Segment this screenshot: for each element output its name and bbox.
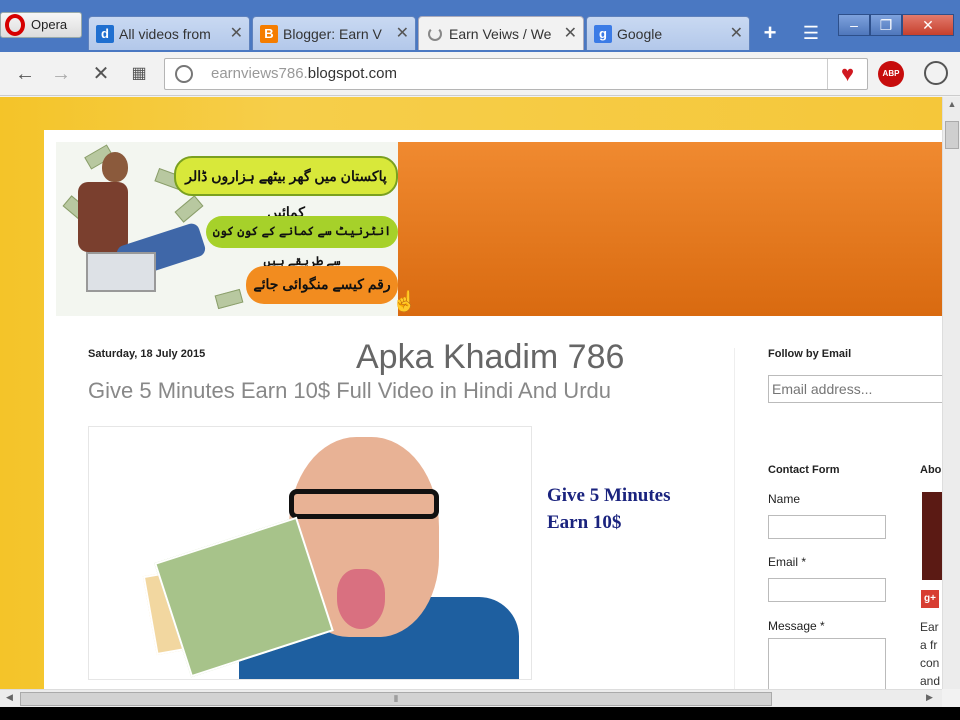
scroll-left-arrow-icon[interactable]: ◀ — [6, 692, 13, 703]
profile-icon[interactable] — [924, 61, 948, 85]
bookmark-heart-icon[interactable]: ♥ — [827, 59, 867, 89]
google-plus-icon[interactable]: g+ — [921, 590, 939, 608]
header-banner-image: پاکستان میں گھر بیٹھے ہزاروں ڈالر کمائیں… — [56, 142, 398, 316]
window-close-icon[interactable]: ✕ — [902, 14, 954, 36]
opera-menu-button[interactable]: Opera — [0, 12, 82, 38]
tab-title: Blogger: Earn V — [283, 26, 382, 42]
contact-name-input[interactable] — [768, 515, 886, 539]
stop-loading-icon[interactable]: ✕ — [88, 61, 114, 87]
tab-title: All videos from — [119, 26, 211, 42]
contact-form-heading: Contact Form — [768, 464, 840, 476]
scroll-up-arrow-icon[interactable]: ▲ — [943, 99, 960, 109]
caption-line-2: Earn 10$ — [547, 512, 622, 533]
address-bar[interactable]: earnviews786.blogspot.com ♥ — [164, 58, 868, 90]
post-date: Saturday, 18 July 2015 — [88, 348, 206, 360]
blog-content: پاکستان میں گھر بیٹھے ہزاروں ڈالر کمائیں… — [44, 130, 942, 689]
name-label: Name — [768, 492, 801, 506]
speed-dial-grid-icon[interactable]: ▦ — [126, 61, 152, 87]
about-text-line: and — [920, 674, 941, 688]
about-text-line: a fr — [920, 638, 938, 652]
google-favicon-icon: g — [594, 25, 612, 43]
screen-bottom-edge — [0, 707, 960, 720]
about-profile-image[interactable] — [922, 492, 942, 580]
banner-urdu-line-3: رقم کیسے منگوائی جائے — [246, 266, 398, 304]
banner-urdu-line-2: انٹرنیٹ سے کمانے کے کون کون سے طریقے ہیں — [206, 216, 398, 268]
tab-close-icon[interactable]: ✕ — [396, 17, 409, 50]
banknote-image — [214, 288, 244, 310]
sidebar-divider — [734, 348, 735, 689]
laptop-image — [86, 252, 156, 292]
tab-all-videos[interactable]: d All videos from ✕ — [88, 16, 250, 50]
tab-blogger[interactable]: B Blogger: Earn V ✕ — [252, 16, 416, 50]
url-text[interactable]: earnviews786.blogspot.com — [211, 65, 397, 82]
banknote-image — [174, 195, 204, 223]
opera-logo-icon — [5, 14, 25, 36]
blog-title[interactable]: Apka Khadim 786 — [356, 338, 624, 377]
tab-title: Earn Veiws / We — [449, 26, 552, 42]
hand-cursor-icon: ☝ — [392, 291, 417, 313]
about-text-line: con — [920, 656, 940, 670]
tab-google[interactable]: g Google ✕ — [586, 16, 750, 50]
forward-arrow-icon[interactable]: → — [48, 61, 74, 87]
contact-message-textarea[interactable] — [768, 638, 886, 689]
horizontal-scroll-thumb[interactable]: ⦀ — [20, 692, 772, 706]
about-text-line: Ear — [920, 620, 939, 634]
email-label: Email * — [768, 555, 807, 569]
banner-urdu-line-1: پاکستان میں گھر بیٹھے ہزاروں ڈالر کمائیں — [174, 156, 398, 220]
site-info-globe-icon[interactable] — [175, 65, 193, 83]
maximize-icon[interactable]: ❐ — [870, 14, 902, 36]
back-arrow-icon[interactable]: ← — [12, 61, 38, 87]
adblock-plus-icon[interactable]: ABP — [878, 61, 904, 87]
vertical-scrollbar[interactable]: ▲ — [942, 97, 960, 689]
opera-menu-label: Opera — [31, 17, 68, 32]
tab-close-icon[interactable]: ✕ — [730, 17, 743, 50]
tab-menu-icon[interactable]: ☰ — [798, 22, 824, 46]
tongue-image — [337, 569, 385, 629]
scroll-right-arrow-icon[interactable]: ▶ — [926, 692, 933, 703]
tab-title: Google — [617, 26, 663, 42]
post-caption: Give 5 Minutes Earn 10$ — [547, 482, 671, 536]
loading-spinner-icon — [428, 27, 442, 41]
page-viewport: پاکستان میں گھر بیٹھے ہزاروں ڈالر کمائیں… — [0, 97, 942, 689]
tab-close-icon[interactable]: ✕ — [564, 17, 577, 50]
follow-by-email-heading: Follow by Email — [768, 348, 852, 360]
tab-strip: Opera d All videos from ✕ B Blogger: Ear… — [0, 0, 960, 52]
tab-close-icon[interactable]: ✕ — [230, 17, 243, 50]
new-tab-icon[interactable]: + — [758, 22, 782, 46]
horizontal-scrollbar[interactable]: ◀ ⦀ ▶ — [0, 689, 942, 707]
follow-email-input[interactable] — [768, 375, 942, 403]
blogger-favicon-icon: B — [260, 25, 278, 43]
browser-window: Opera d All videos from ✕ B Blogger: Ear… — [0, 0, 960, 720]
dailymotion-favicon-icon: d — [96, 25, 114, 43]
tab-earn-views[interactable]: Earn Veiws / We ✕ — [418, 16, 584, 50]
address-toolbar: ← → ✕ ▦ earnviews786.blogspot.com ♥ ABP — [0, 52, 960, 96]
caption-line-1: Give 5 Minutes — [547, 485, 671, 506]
post-image[interactable] — [88, 426, 532, 680]
glasses-image — [289, 489, 439, 519]
vertical-scroll-thumb[interactable] — [945, 121, 959, 149]
about-heading: Abo — [920, 464, 942, 476]
man-head-image — [102, 152, 128, 182]
message-label: Message * — [768, 619, 825, 633]
post-title[interactable]: Give 5 Minutes Earn 10$ Full Video in Hi… — [88, 378, 611, 404]
minimize-icon[interactable]: – — [838, 14, 870, 36]
man-body-image — [78, 182, 128, 252]
contact-email-input[interactable] — [768, 578, 886, 602]
header-orange-panel — [398, 142, 942, 316]
